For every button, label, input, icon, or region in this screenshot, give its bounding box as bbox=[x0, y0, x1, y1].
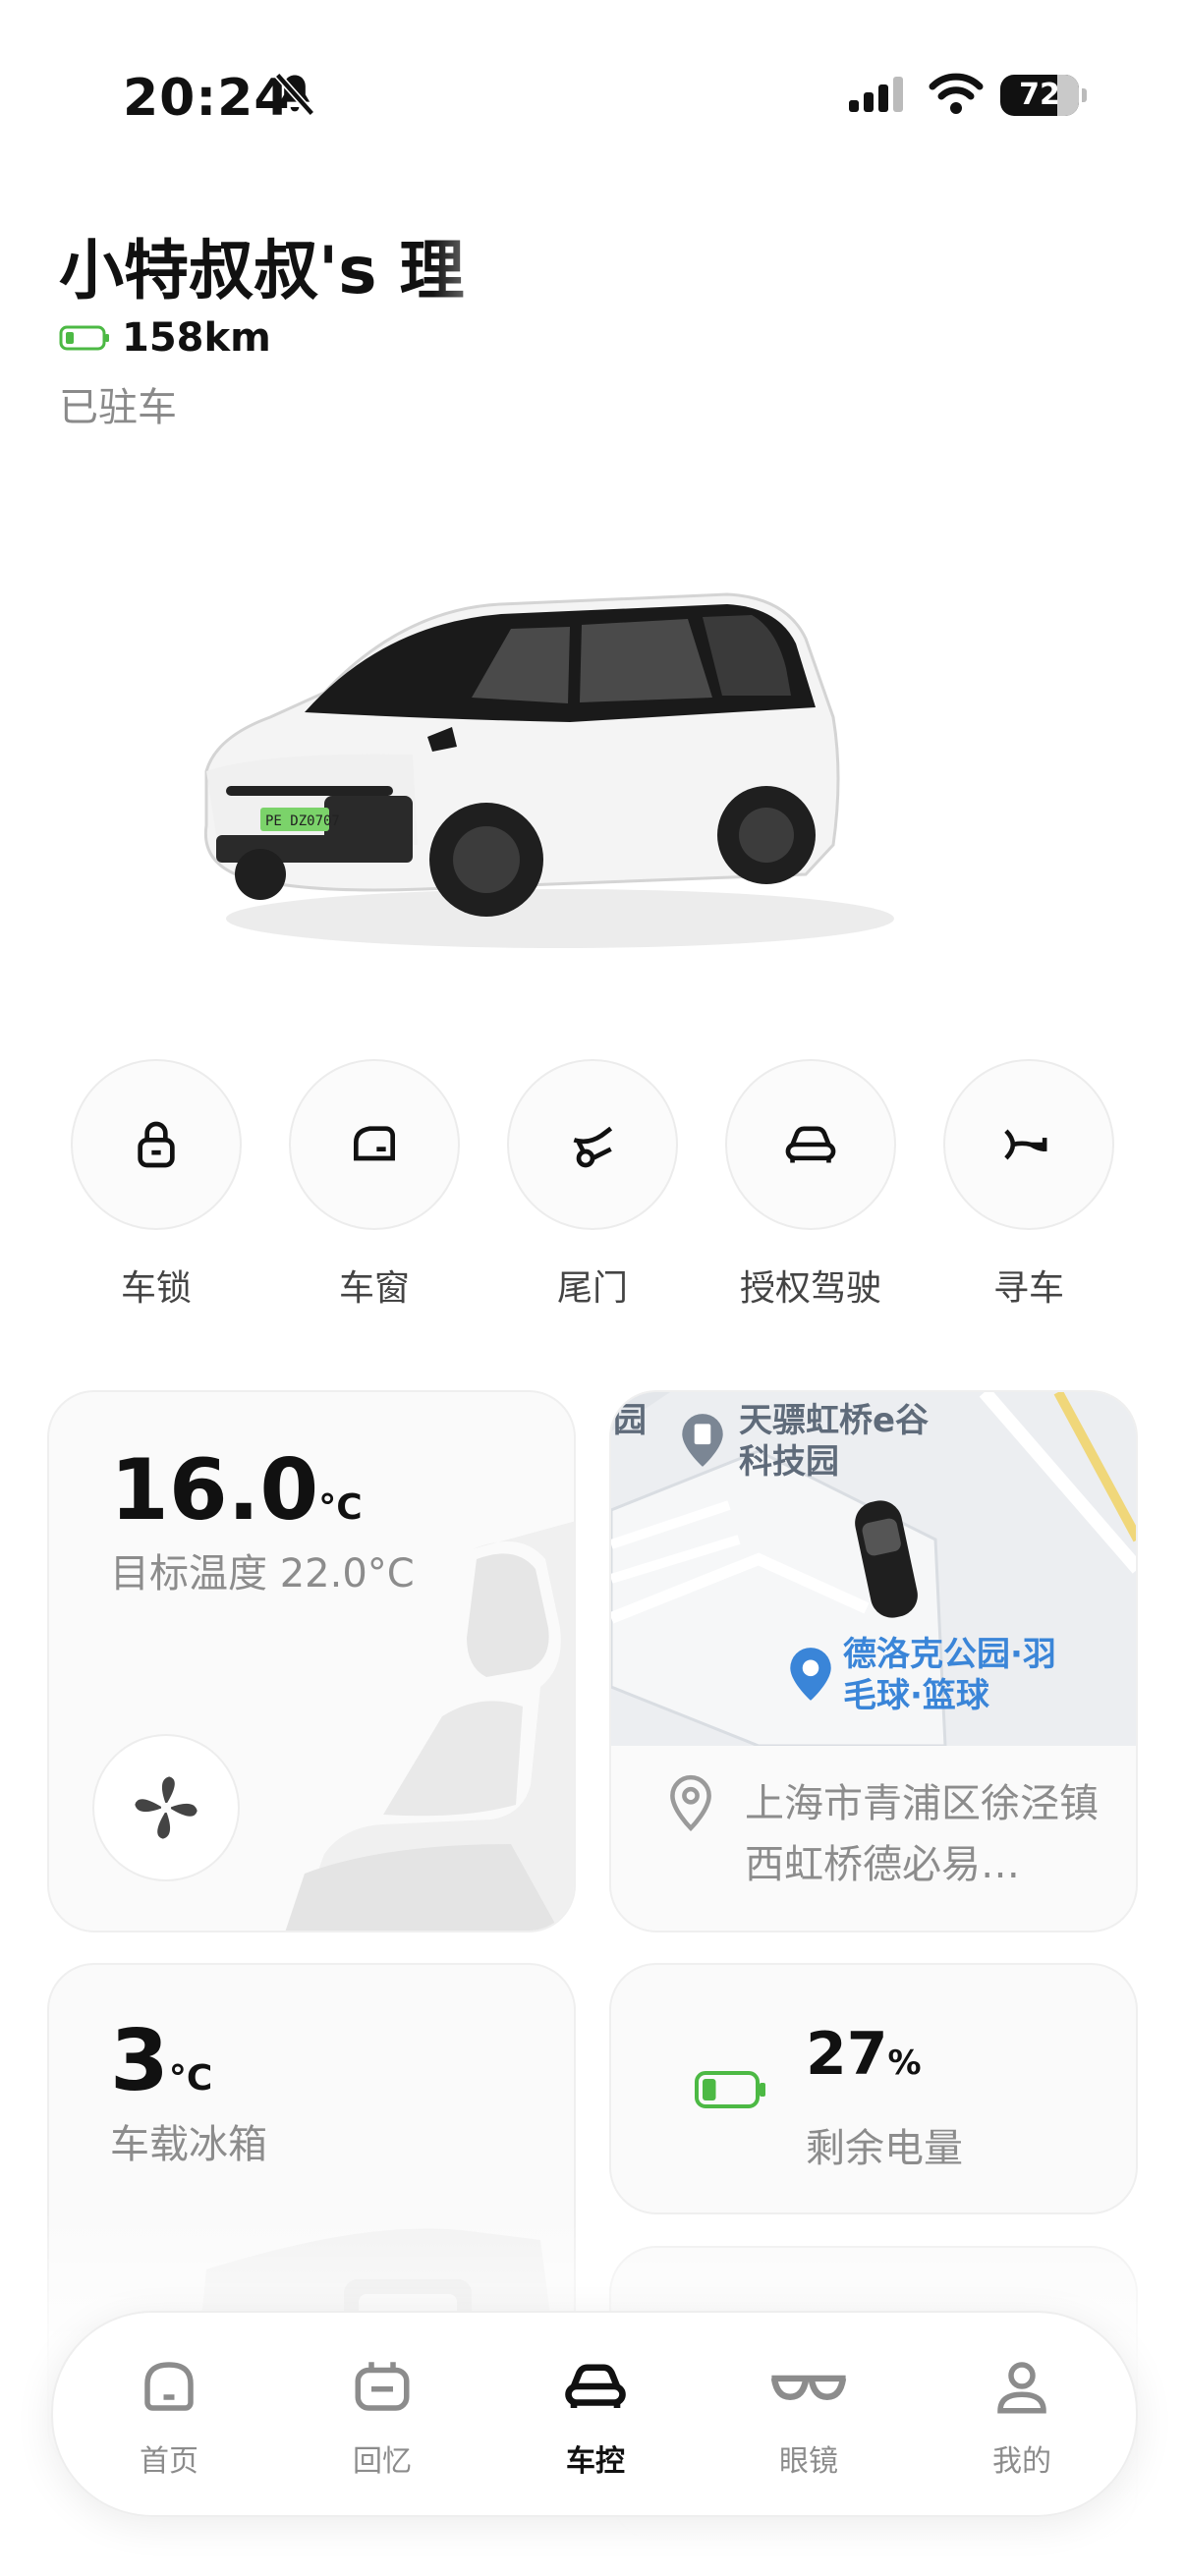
cellular-signal-icon bbox=[849, 77, 903, 112]
wifi-icon bbox=[929, 73, 984, 114]
nav-car-control-label: 车控 bbox=[566, 2444, 625, 2479]
control-find-button[interactable] bbox=[943, 1059, 1114, 1230]
control-window-label: 车窗 bbox=[338, 1268, 410, 1309]
battery-indicator: 72 bbox=[1000, 75, 1087, 116]
car-control-icon bbox=[565, 2364, 626, 2408]
current-temp-unit: °C bbox=[318, 1487, 363, 1528]
nav-home-label: 首页 bbox=[140, 2444, 198, 2479]
bottom-navigation: 首页 回忆 车控 眼镜 我的 bbox=[51, 2311, 1138, 2517]
poi-1-label: 天骠虹桥e谷 科技园 bbox=[739, 1400, 929, 1483]
map-fragment-label: 园 bbox=[613, 1401, 647, 1440]
car-window-icon bbox=[354, 1126, 395, 1161]
control-window-button[interactable] bbox=[289, 1059, 460, 1230]
fridge-temp-unit: °C bbox=[168, 2058, 213, 2099]
nav-memories-label: 回忆 bbox=[353, 2444, 412, 2479]
nav-profile-label: 我的 bbox=[992, 2444, 1051, 2479]
fridge-label: 车载冰箱 bbox=[110, 2122, 267, 2167]
location-pin-icon bbox=[670, 1774, 711, 1832]
license-plate: PE DZ0707 bbox=[265, 813, 340, 829]
control-authorize[interactable]: 授权驾驶 bbox=[723, 1059, 898, 1311]
nav-glasses[interactable]: 眼镜 bbox=[735, 2354, 882, 2480]
nav-glasses-label: 眼镜 bbox=[779, 2444, 838, 2479]
poi-2-label: 德洛克公园·羽 毛球·篮球 bbox=[843, 1634, 1056, 1716]
fridge-temp-value: 3 bbox=[110, 2012, 169, 2110]
poi-2-line-2: 毛球·篮球 bbox=[843, 1676, 989, 1715]
battery-level-text: 72 bbox=[1019, 78, 1060, 112]
profile-icon bbox=[997, 2362, 1046, 2414]
poi-1-line-2: 科技园 bbox=[739, 1442, 839, 1482]
control-window[interactable]: 车窗 bbox=[287, 1059, 462, 1311]
glasses-icon bbox=[770, 2375, 847, 2400]
control-tailgate[interactable]: 尾门 bbox=[505, 1059, 680, 1311]
home-icon bbox=[144, 2362, 194, 2411]
nav-home[interactable]: 首页 bbox=[95, 2354, 243, 2480]
control-authorize-label: 授权驾驶 bbox=[739, 1268, 881, 1309]
control-tailgate-label: 尾门 bbox=[556, 1268, 628, 1309]
nav-memories[interactable]: 回忆 bbox=[309, 2354, 456, 2480]
current-temp-value: 16.0 bbox=[110, 1441, 319, 1540]
bell-slash-icon bbox=[274, 72, 315, 117]
nav-profile[interactable]: 我的 bbox=[948, 2354, 1096, 2480]
poi-1-line-1: 天骠虹桥e谷 bbox=[739, 1401, 930, 1440]
battery-level-icon bbox=[695, 2071, 765, 2108]
address-row[interactable]: 上海市青浦区徐泾镇西虹桥德必易… bbox=[666, 1773, 1099, 1895]
horn-icon bbox=[1004, 1129, 1047, 1160]
memories-icon bbox=[355, 2362, 410, 2411]
control-find-label: 寻车 bbox=[992, 1268, 1064, 1309]
control-lock[interactable]: 车锁 bbox=[69, 1059, 244, 1311]
title-fade bbox=[432, 218, 570, 303]
control-find[interactable]: 寻车 bbox=[941, 1059, 1116, 1311]
location-card[interactable]: 园 天骠虹桥e谷 科技园 德洛克公园·羽 毛球·篮球 上海市青浦区徐泾镇西虹桥德… bbox=[609, 1390, 1138, 1932]
battery-icon bbox=[59, 325, 109, 351]
battery-card[interactable]: 27% 剩余电量 bbox=[609, 1963, 1138, 2214]
car-image: PE DZ0707 bbox=[203, 592, 894, 948]
control-authorize-button[interactable] bbox=[725, 1059, 896, 1230]
range-value: 158km bbox=[122, 315, 271, 361]
fan-icon bbox=[135, 1776, 198, 1839]
battery-label: 剩余电量 bbox=[806, 2126, 963, 2171]
status-time: 20:24 bbox=[123, 69, 291, 128]
vehicle-name[interactable]: 小特叔叔's 理 bbox=[59, 218, 464, 312]
range-row: 158km bbox=[59, 312, 271, 364]
battery-percentage: 27% bbox=[806, 2020, 922, 2089]
fridge-temperature: 3°C bbox=[110, 2012, 212, 2110]
control-lock-button[interactable] bbox=[71, 1059, 242, 1230]
battery-percent-unit: % bbox=[887, 2044, 922, 2083]
control-tailgate-button[interactable] bbox=[507, 1059, 678, 1230]
fan-button[interactable] bbox=[92, 1734, 240, 1881]
battery-percent-value: 27 bbox=[806, 2020, 888, 2089]
nav-car-control[interactable]: 车控 bbox=[522, 2354, 669, 2480]
status-bar: 20:24 72 bbox=[0, 0, 1185, 167]
tailgate-icon bbox=[573, 1126, 613, 1168]
park-status: 已驻车 bbox=[59, 385, 177, 430]
current-temperature: 16.0°C bbox=[110, 1441, 363, 1540]
control-lock-label: 车锁 bbox=[120, 1268, 192, 1309]
lock-icon bbox=[138, 1121, 175, 1168]
address-text: 上海市青浦区徐泾镇西虹桥德必易… bbox=[745, 1781, 1099, 1887]
poi-2-line-1: 德洛克公园·羽 bbox=[843, 1635, 1056, 1674]
poi-pin-icon bbox=[682, 1414, 723, 1467]
climate-card[interactable]: 16.0°C 目标温度 22.0°C bbox=[47, 1390, 576, 1932]
target-temperature: 目标温度 22.0°C bbox=[110, 1551, 415, 1596]
car-front-icon bbox=[785, 1126, 836, 1163]
park-pin-icon bbox=[790, 1648, 831, 1701]
